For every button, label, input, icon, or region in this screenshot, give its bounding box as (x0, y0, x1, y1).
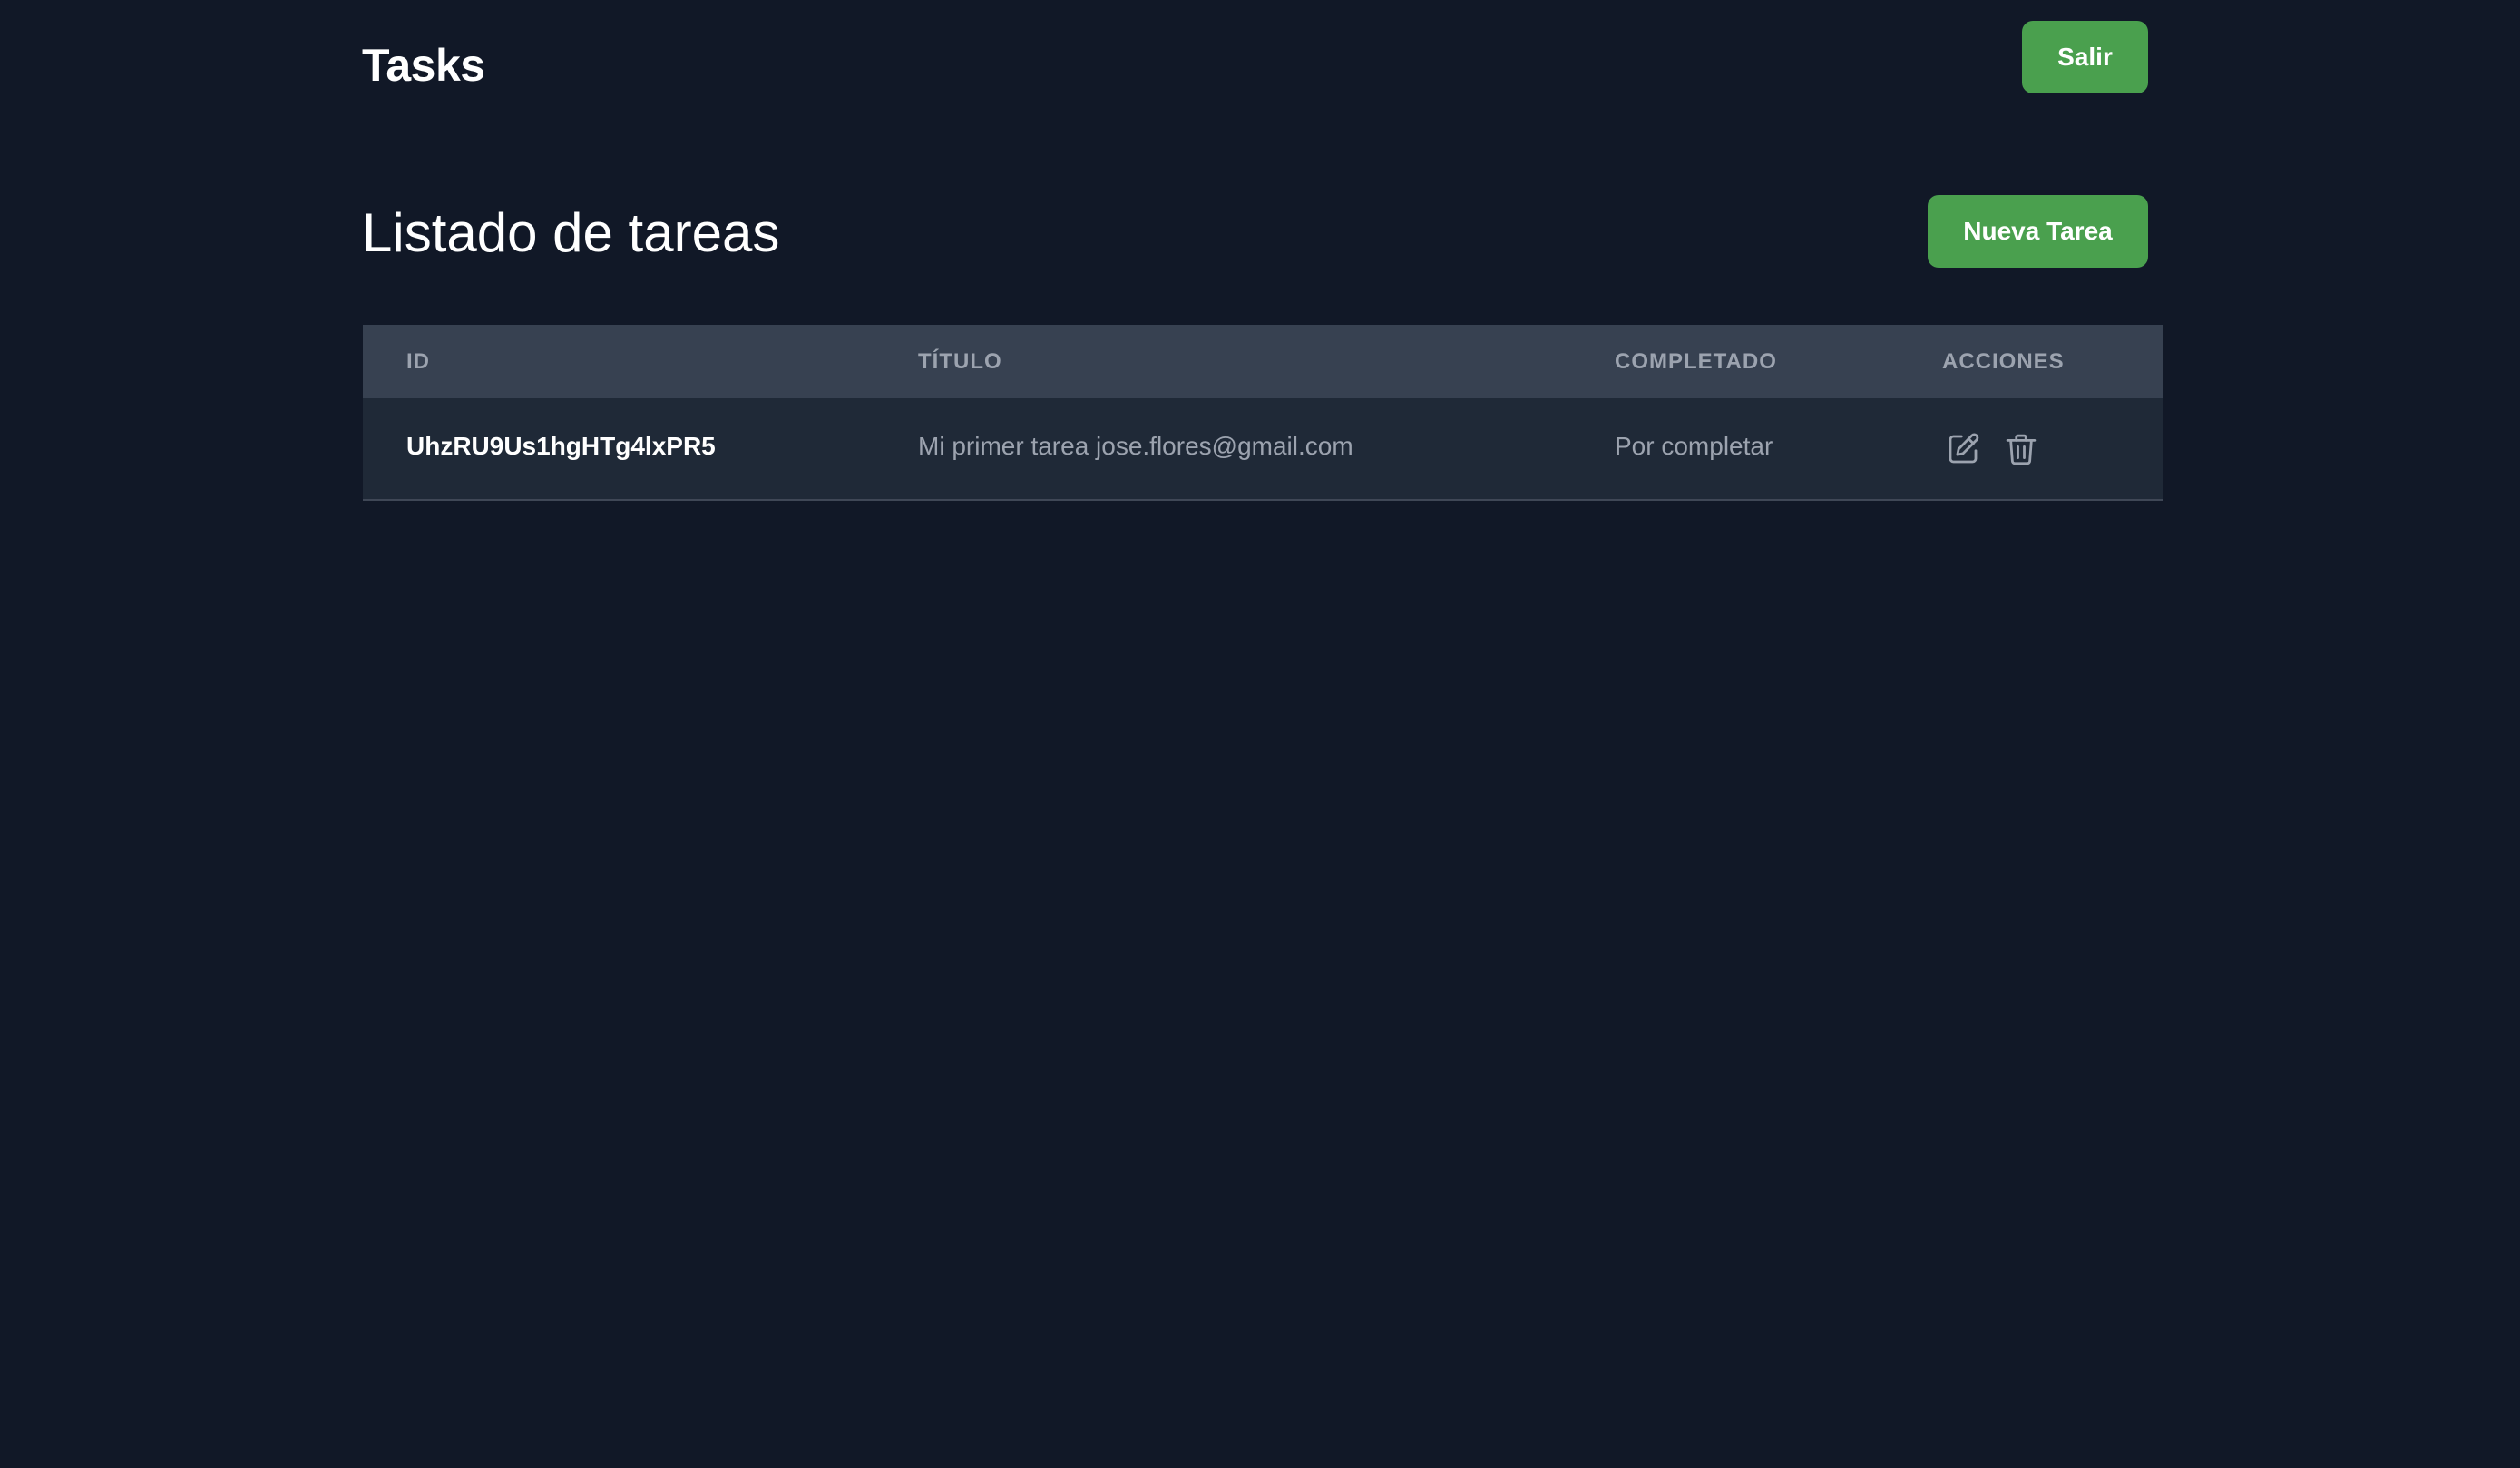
tasks-table: ID TÍTULO COMPLETADO ACCIONES UhzRU9Us1h… (363, 325, 2163, 501)
brand-title: Tasks (362, 40, 485, 91)
column-header-actions: ACCIONES (1942, 349, 2065, 374)
page-title: Listado de tareas (362, 202, 780, 263)
task-status: Por completar (1615, 432, 1773, 460)
new-task-button[interactable]: Nueva Tarea (1928, 195, 2148, 268)
task-id: UhzRU9Us1hgHTg4lxPR5 (406, 432, 716, 460)
page: Tasks Salir Listado de tareas Nueva Tare… (0, 0, 2520, 1468)
edit-icon[interactable] (1943, 429, 1983, 469)
table-row: UhzRU9Us1hgHTg4lxPR5 Mi primer tarea jos… (363, 398, 2163, 501)
logout-button[interactable]: Salir (2022, 21, 2148, 93)
table-header: ID TÍTULO COMPLETADO ACCIONES (363, 325, 2163, 398)
trash-icon[interactable] (2001, 429, 2041, 469)
column-header-id: ID (406, 349, 430, 374)
column-header-completed: COMPLETADO (1615, 349, 1777, 374)
row-actions (1943, 429, 2041, 469)
column-header-title: TÍTULO (918, 349, 1002, 374)
task-title: Mi primer tarea jose.flores@gmail.com (918, 432, 1353, 460)
